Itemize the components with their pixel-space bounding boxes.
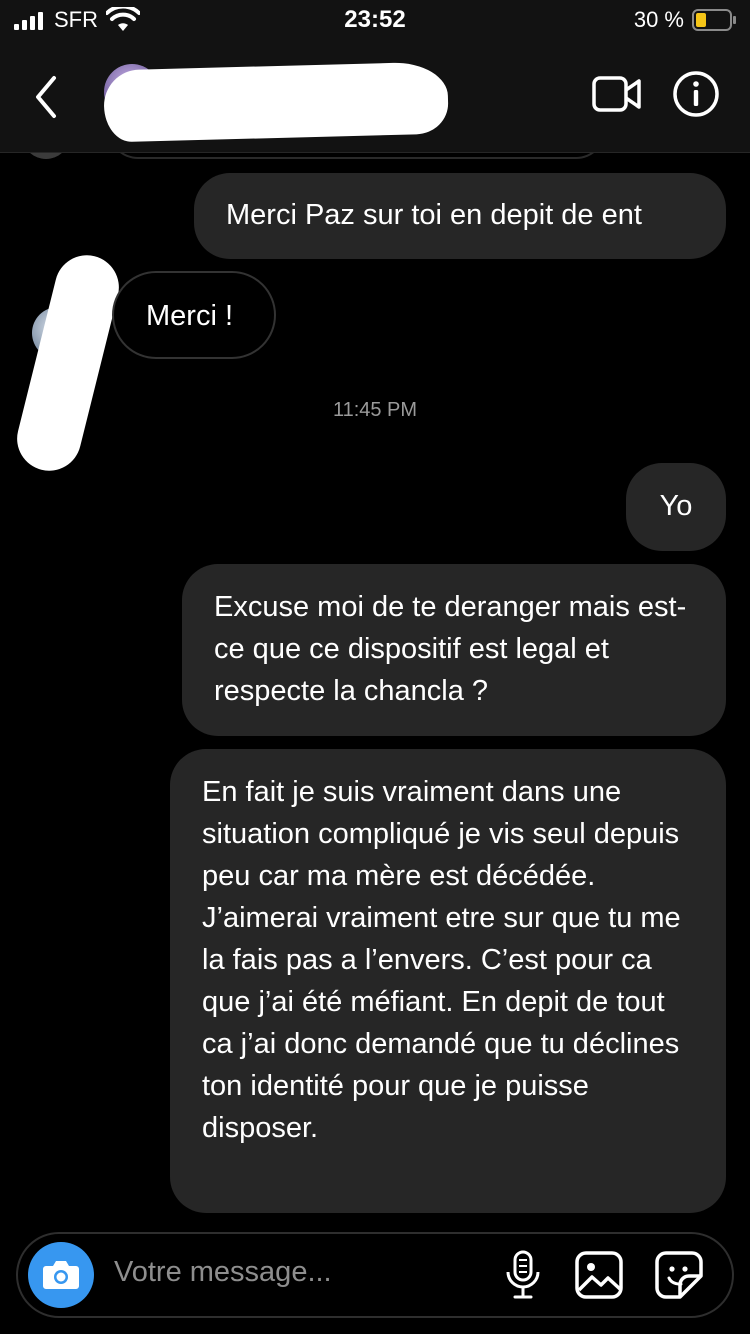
message-composer: Votre message... (16, 1232, 734, 1318)
back-icon[interactable] (28, 72, 64, 122)
camera-icon (43, 1261, 79, 1289)
video-call-icon[interactable] (592, 72, 642, 116)
message-bubble-outgoing[interactable]: En fait je suis vraiment dans une situat… (170, 749, 726, 1213)
dm-screen: SFR 23:52 30 % Merci Paz sur toi en depi… (0, 0, 750, 1334)
battery-icon (692, 9, 736, 31)
chat-header (0, 42, 750, 153)
message-bubble-outgoing[interactable]: Excuse moi de te deranger mais est-ce qu… (182, 564, 726, 736)
camera-button[interactable] (28, 1242, 94, 1308)
microphone-icon[interactable] (500, 1250, 546, 1300)
status-bar: SFR 23:52 30 % (0, 0, 750, 42)
battery-percentage: 30 % (633, 7, 684, 32)
message-bubble-outgoing[interactable]: Yo (626, 463, 726, 551)
redaction-mark (10, 248, 126, 478)
redacted-contact-name (103, 61, 449, 143)
gallery-icon[interactable] (574, 1250, 624, 1300)
message-thread[interactable]: Merci Paz sur toi en depit de ent Merci … (0, 153, 750, 1225)
message-bubble-incoming[interactable]: Merci ! (112, 271, 276, 359)
message-bubble-outgoing[interactable]: Merci Paz sur toi en depit de ent (194, 173, 726, 259)
message-bubble-clipped (108, 153, 606, 159)
message-timestamp: 11:45 PM (332, 399, 418, 421)
message-input[interactable]: Votre message... (114, 1256, 332, 1289)
info-icon[interactable] (672, 70, 720, 118)
avatar (22, 153, 70, 159)
sticker-icon[interactable] (654, 1250, 704, 1300)
